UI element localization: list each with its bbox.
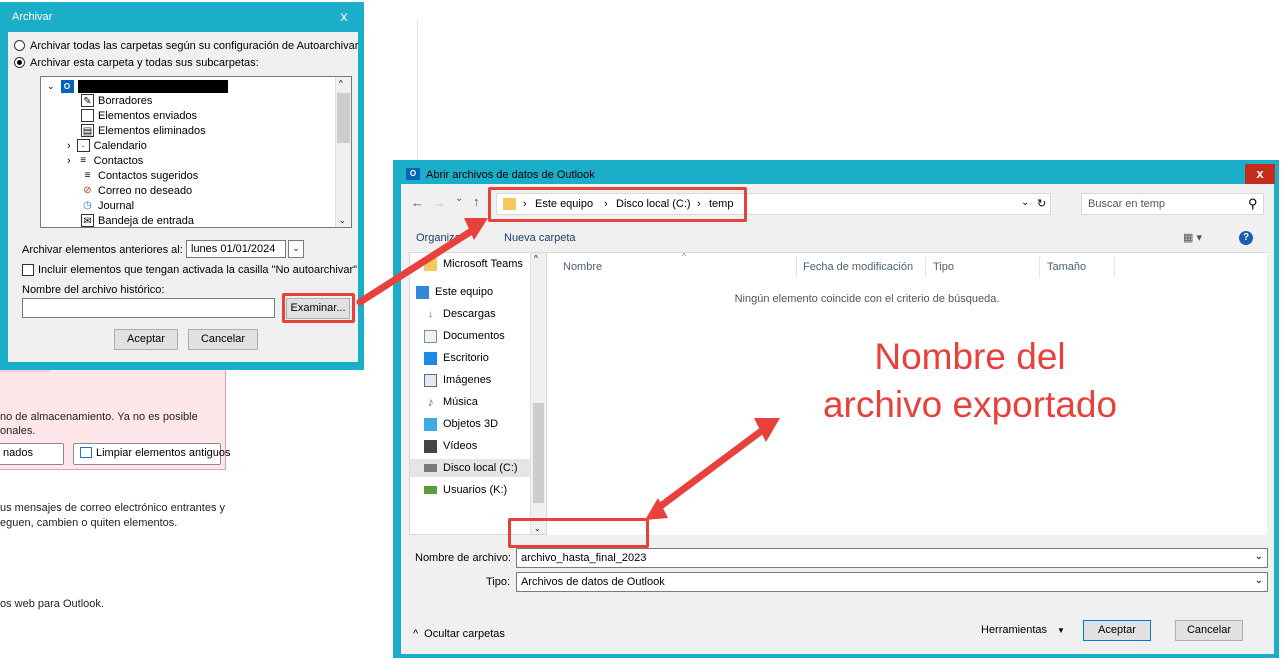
annotation-line2: archivo exportado: [822, 384, 1118, 425]
arrow-to-annotation: [654, 428, 764, 512]
annotation-line1: Nombre del: [874, 336, 1066, 377]
annotation-arrows: [356, 218, 780, 520]
arrow-to-path: [356, 228, 474, 306]
